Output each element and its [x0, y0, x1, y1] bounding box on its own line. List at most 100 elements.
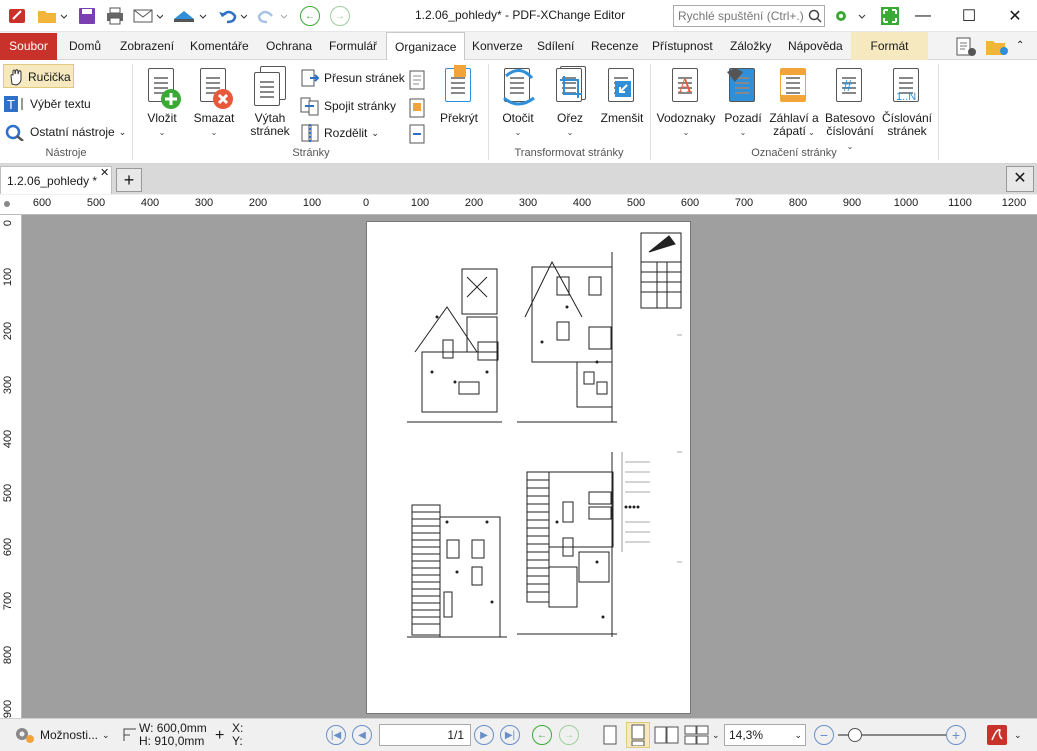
ruler-tick: 1200 [1001, 197, 1027, 209]
extract-pages-button[interactable]: Výtah stránek [246, 66, 294, 138]
menu-review[interactable]: Recenze [583, 32, 646, 60]
ribbon-separator [650, 64, 651, 160]
select-text-button[interactable]: T Výběr textu [4, 96, 91, 112]
maximize-button[interactable]: ☐ [946, 0, 992, 32]
acrobat-icon[interactable] [986, 724, 1008, 746]
history-back-button[interactable]: ← [532, 724, 552, 746]
other-tools-button[interactable]: Ostatní nástroje ⌄ [4, 123, 126, 141]
save-icon[interactable] [76, 4, 98, 28]
page-tool-icon-2[interactable] [406, 98, 430, 123]
ruler-tick: 1100 [948, 197, 972, 209]
document-properties-icon[interactable] [955, 37, 977, 60]
ribbon-collapse-icon[interactable]: ⌃ [1016, 40, 1024, 51]
facing-continuous-view-icon[interactable] [684, 724, 710, 746]
email-icon[interactable] [130, 4, 166, 28]
single-page-view-icon[interactable] [602, 724, 618, 746]
hand-tool-label: Ručička [28, 70, 71, 84]
pdf-page[interactable] [366, 221, 691, 714]
ribbon: Ručička T Výběr textu Ostatní nástroje ⌄ N… [0, 60, 1037, 164]
prev-page-button[interactable]: ◀ [352, 724, 372, 746]
delete-pages-button[interactable]: Smazat ⌄ [190, 66, 238, 139]
header-footer-button[interactable]: Záhlaví a zápatí ⌄ [768, 66, 820, 139]
split-button[interactable]: Rozdělit ⌄ [300, 123, 379, 143]
merge-pages-label: Spojit stránky [324, 99, 397, 113]
nav-back-icon[interactable]: ← [298, 4, 322, 28]
menu-share[interactable]: Sdílení [529, 32, 582, 60]
page-tool-icon-1[interactable] [406, 70, 430, 95]
next-page-button[interactable]: ▶ [474, 724, 494, 746]
chevron-down-icon[interactable]: ⌄ [712, 724, 720, 746]
split-label: Rozdělit [324, 126, 368, 140]
crop-button[interactable]: Ořez ⌄ [548, 66, 592, 139]
overlay-label: Překrýt [439, 111, 478, 125]
rotate-label: Otočit [502, 111, 534, 125]
close-tab-icon[interactable]: ✕ [100, 166, 109, 179]
menu-comments[interactable]: Komentáře [182, 32, 257, 60]
menu-help[interactable]: Nápověda [780, 32, 851, 60]
ruler-tick: 200 [248, 197, 268, 209]
menu-convert[interactable]: Konverze [464, 32, 531, 60]
horizontal-ruler: 600 500 400 300 200 100 0 100 200 300 40… [0, 195, 1037, 215]
zoom-select[interactable]: 14,3% ⌄ [724, 724, 806, 746]
search-icon[interactable] [805, 4, 825, 28]
watermarks-button[interactable]: A Vodoznaky ⌄ [655, 66, 717, 139]
cursor-coordinates: X: Y: [232, 722, 243, 748]
undo-icon[interactable] [214, 4, 250, 28]
zoom-out-button[interactable]: − [814, 724, 834, 746]
crop-label: Ořez [556, 111, 583, 125]
overlay-pages-button[interactable]: Překrýt [436, 65, 482, 125]
first-page-button[interactable]: |◀ [326, 724, 346, 746]
redo-icon[interactable] [254, 4, 290, 28]
insert-pages-button[interactable]: Vložit ⌄ [138, 66, 186, 139]
menu-organize[interactable]: Organizace [386, 32, 466, 61]
history-forward-button[interactable]: → [559, 724, 579, 746]
backgrounds-label: Pozadí [724, 111, 762, 125]
hand-tool-button[interactable]: Ručička [3, 64, 74, 88]
close-window-button[interactable]: ✕ [992, 0, 1037, 32]
ruler-tick: 700 [2, 591, 14, 611]
move-pages-icon [300, 68, 320, 88]
menu-file[interactable]: Soubor [0, 33, 57, 60]
continuous-view-icon[interactable] [626, 722, 650, 748]
menu-protect[interactable]: Ochrana [258, 32, 320, 60]
rotate-button[interactable]: Otočit ⌄ [494, 66, 542, 139]
chevron-down-icon[interactable]: ⌄ [1014, 724, 1022, 746]
menu-bookmarks[interactable]: Záložky [722, 32, 779, 60]
page-numbering-button[interactable]: 1..N Číslování stránek [880, 66, 934, 138]
backgrounds-button[interactable]: Pozadí ⌄ [720, 66, 766, 139]
page-numbering-label-1: Číslování [881, 111, 933, 125]
ruler-tick: 300 [2, 375, 14, 395]
zoom-in-button[interactable]: + [946, 724, 966, 746]
move-pages-button[interactable]: Přesun stránek [300, 68, 405, 88]
folder-settings-icon[interactable] [985, 37, 1011, 60]
menu-format[interactable]: Formát [851, 32, 928, 60]
options-button[interactable]: Možnosti... ⌄ [12, 724, 110, 746]
settings-icon[interactable] [830, 4, 870, 28]
print-icon[interactable] [104, 4, 126, 28]
merge-pages-button[interactable]: Spojit stránky [300, 96, 396, 116]
page-tool-icon-3[interactable] [406, 124, 430, 149]
close-document-button[interactable]: ✕ [1006, 166, 1034, 192]
menu-view[interactable]: Zobrazení [112, 32, 182, 60]
nav-forward-icon[interactable]: → [328, 4, 352, 28]
page-height: H: 910,0mm [139, 734, 205, 748]
document-tab-bar [0, 164, 1037, 194]
bates-numbering-button[interactable]: # Batesovo číslování ⌄ [822, 66, 878, 153]
zoom-slider-handle[interactable] [848, 728, 862, 742]
quick-launch-input[interactable]: Rychlé spuštění (Ctrl+.) [673, 5, 825, 27]
ruler-tick: 900 [842, 197, 862, 209]
new-tab-button[interactable]: + [116, 168, 142, 192]
facing-view-icon[interactable] [654, 724, 680, 746]
menu-form[interactable]: Formulář [321, 32, 385, 60]
scan-icon[interactable] [170, 4, 210, 28]
document-tab[interactable]: 1.2.06_pohledy * [0, 166, 112, 194]
menu-accessibility[interactable]: Přístupnost [644, 32, 721, 60]
ruler-tick: 500 [86, 197, 106, 209]
extract-pages-icon [252, 66, 288, 108]
minimize-button[interactable]: — [900, 0, 946, 32]
page-number-input[interactable]: 1/1 [379, 724, 471, 746]
open-folder-icon[interactable] [34, 4, 70, 28]
shrink-button[interactable]: Zmenšit [598, 66, 646, 125]
last-page-button[interactable]: ▶| [500, 724, 520, 746]
menu-home[interactable]: Domů [61, 32, 109, 60]
